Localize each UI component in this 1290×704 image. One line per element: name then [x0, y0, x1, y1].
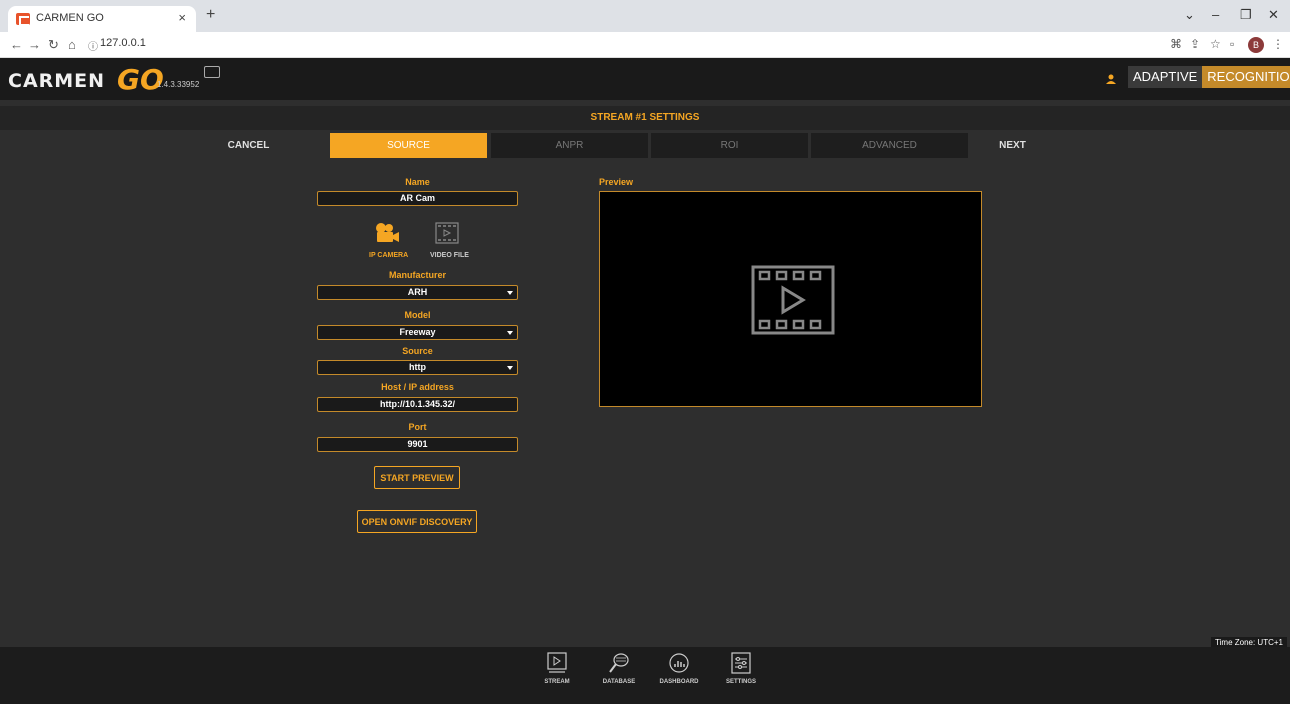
tab-close-icon[interactable]: ×: [178, 10, 186, 25]
brand-logo: ADAPTIVE RECOGNITION: [1128, 66, 1290, 88]
back-icon[interactable]: ←: [10, 37, 23, 52]
stream-icon: [547, 652, 567, 673]
chat-icon[interactable]: [204, 66, 220, 78]
preview-label: Preview: [599, 177, 634, 187]
nav-dashboard-label: DASHBOARD: [659, 679, 699, 685]
nav-dashboard[interactable]: DASHBOARD: [654, 652, 704, 685]
nav-database-label: DATABASE: [602, 679, 636, 685]
restore-icon[interactable]: ❐: [1240, 7, 1252, 23]
port-label: Port: [408, 422, 427, 432]
forward-icon[interactable]: →: [28, 37, 41, 52]
share-icon[interactable]: ⇪: [1190, 37, 1200, 51]
source-label: Source: [402, 346, 433, 356]
database-icon: [609, 653, 629, 673]
tab-search-icon[interactable]: ⌄: [1184, 7, 1195, 23]
brand-first: ADAPTIVE: [1128, 66, 1203, 88]
address-bar: ← → ↻ ⌂ ⓘ 127.0.0.1 ⌘ ⇪ ☆ ▫ B ⋮: [0, 32, 1290, 58]
browser-tab-bar: CARMEN GO × + ⌄ – ❐ ✕: [0, 0, 1290, 32]
port-field[interactable]: 9901: [317, 437, 518, 452]
manufacturer-label: Manufacturer: [388, 270, 446, 280]
settings-title-bar: STREAM #1 SETTINGS: [0, 106, 1290, 130]
name-label: Name: [405, 177, 430, 187]
preview-panel: [599, 191, 982, 407]
bottom-navigation: STREAM DATABASE DASHBOARD SETTINGS: [0, 647, 1290, 704]
next-button[interactable]: NEXT: [934, 133, 1091, 158]
ip-camera-icon[interactable]: [374, 222, 400, 244]
reload-icon[interactable]: ↻: [48, 37, 59, 53]
window-close-icon[interactable]: ✕: [1268, 7, 1279, 23]
browser-tab[interactable]: CARMEN GO ×: [8, 6, 196, 32]
tab-title: CARMEN GO: [36, 12, 104, 24]
url-field[interactable]: 127.0.0.1: [100, 37, 146, 49]
chevron-down-icon: [507, 291, 513, 295]
tab-source[interactable]: SOURCE: [330, 133, 487, 158]
tab-anpr[interactable]: ANPR: [491, 133, 648, 158]
manufacturer-select[interactable]: ARH: [317, 285, 518, 300]
nav-settings-label: SETTINGS: [725, 679, 756, 685]
side-panel-icon[interactable]: ▫: [1230, 37, 1234, 51]
site-info-icon[interactable]: ⓘ: [88, 38, 98, 53]
app-version: 1.4.3.33952: [157, 80, 200, 89]
chevron-down-icon: [507, 331, 513, 335]
dashboard-icon: [669, 653, 689, 673]
wizard-steps: CANCEL SOURCE ANPR ROI ADVANCED NEXT: [0, 133, 1290, 158]
video-file-label[interactable]: VIDEO FILE: [430, 252, 469, 259]
minimize-icon[interactable]: –: [1212, 7, 1219, 22]
page-title: STREAM #1 SETTINGS: [590, 112, 700, 123]
cancel-button[interactable]: CANCEL: [170, 133, 327, 158]
model-label: Model: [404, 310, 431, 320]
chevron-down-icon: [507, 366, 513, 370]
profile-avatar[interactable]: B: [1248, 37, 1264, 53]
manufacturer-value: ARH: [407, 287, 428, 297]
nav-stream-label: STREAM: [544, 679, 570, 685]
ip-camera-label[interactable]: IP CAMERA: [369, 252, 408, 259]
video-file-icon[interactable]: [435, 222, 461, 244]
user-icon[interactable]: [1106, 74, 1116, 84]
logo-text: CARMEN: [8, 70, 106, 92]
settings-sliders-icon: [731, 652, 751, 674]
model-value: Freeway: [399, 327, 436, 337]
carmen-favicon-icon: [16, 13, 30, 26]
host-label: Host / IP address: [381, 382, 454, 392]
menu-icon[interactable]: ⋮: [1272, 37, 1284, 51]
home-icon[interactable]: ⌂: [68, 37, 76, 52]
nav-stream[interactable]: STREAM: [532, 652, 582, 685]
bookmark-star-icon[interactable]: ☆: [1210, 37, 1221, 51]
app-header: CARMEN GO 1.4.3.33952 ADAPTIVE RECOGNITI…: [0, 58, 1290, 100]
translate-icon[interactable]: ⌘: [1170, 37, 1182, 51]
host-field[interactable]: http://10.1.345.32/: [317, 397, 518, 412]
nav-settings[interactable]: SETTINGS: [716, 652, 766, 685]
open-onvif-discovery-button[interactable]: OPEN ONVIF DISCOVERY: [357, 510, 477, 533]
video-placeholder-icon: [751, 265, 835, 335]
model-select[interactable]: Freeway: [317, 325, 518, 340]
source-select[interactable]: http: [317, 360, 518, 375]
tab-roi[interactable]: ROI: [651, 133, 808, 158]
new-tab-button[interactable]: +: [206, 6, 215, 24]
brand-second: RECOGNITION: [1202, 66, 1290, 88]
start-preview-button[interactable]: START PREVIEW: [374, 466, 460, 489]
nav-database[interactable]: DATABASE: [594, 652, 644, 685]
name-field[interactable]: AR Cam: [317, 191, 518, 206]
source-value: http: [409, 362, 426, 372]
